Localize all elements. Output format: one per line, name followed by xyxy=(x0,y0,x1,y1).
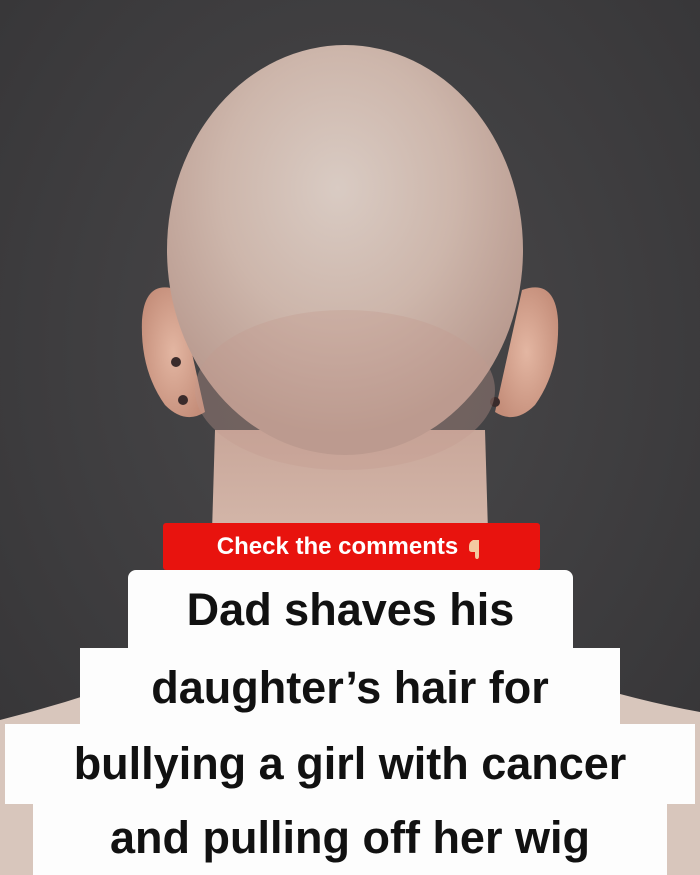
headline-line-3: bullying a girl with cancer xyxy=(5,724,695,804)
pointing-down-hand-icon xyxy=(466,532,486,562)
check-comments-banner: Check the comments xyxy=(163,523,540,570)
headline-line-1: Dad shaves his xyxy=(128,570,573,650)
cta-text: Check the comments xyxy=(216,532,459,560)
post-image: Check the comments Dad shaves his daught… xyxy=(0,0,700,875)
headline-line-4: and pulling off her wig xyxy=(33,798,667,875)
headline-line-2: daughter’s hair for xyxy=(80,648,620,728)
earring-left xyxy=(171,357,181,367)
